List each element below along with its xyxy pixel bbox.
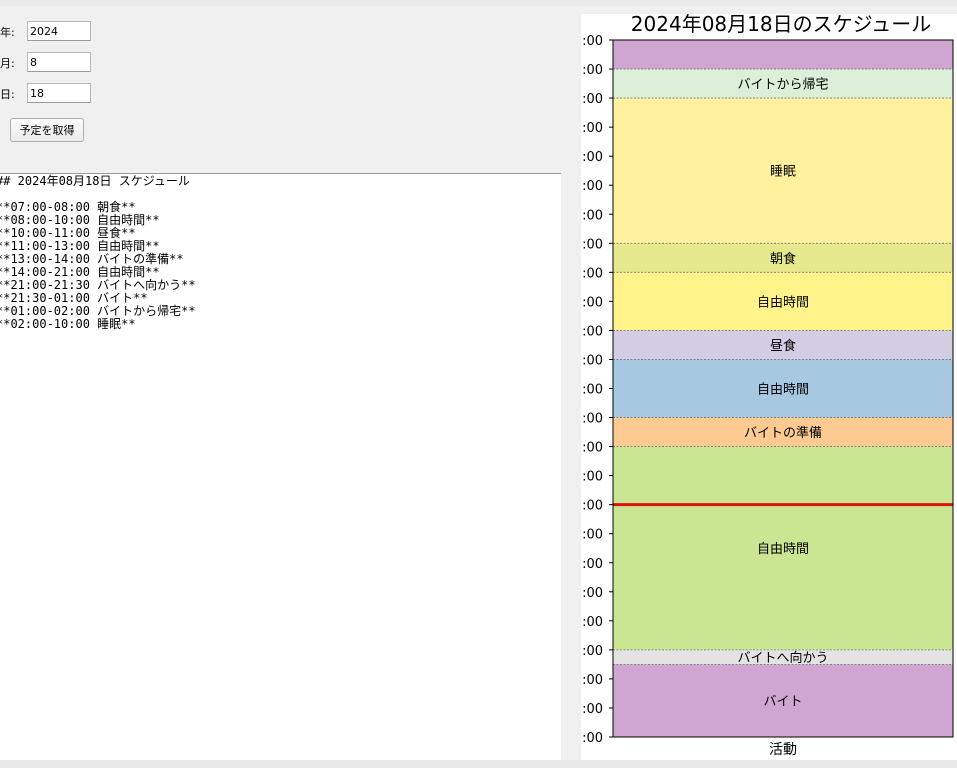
segment-label: バイトから帰宅 bbox=[737, 77, 828, 93]
y-tick-label: :00 bbox=[582, 63, 603, 78]
segment-label: 睡眠 bbox=[770, 165, 796, 180]
y-tick-label: :00 bbox=[582, 383, 603, 398]
y-tick-label: :00 bbox=[582, 731, 603, 746]
segment-label: 昼食 bbox=[770, 338, 796, 354]
chart-segment bbox=[613, 40, 953, 70]
x-axis-label: 活動 bbox=[769, 742, 797, 758]
schedule-output-textarea[interactable]: ## 2024年08月18日 スケジュール **07:00-08:00 朝食**… bbox=[0, 173, 561, 760]
y-tick-label: :00 bbox=[582, 121, 603, 136]
month-label: 月: bbox=[0, 57, 15, 70]
year-input[interactable] bbox=[27, 21, 91, 41]
chart-title: 2024年08月18日のスケジュール bbox=[631, 14, 931, 36]
y-tick-label: :00 bbox=[582, 499, 603, 514]
y-tick-label: :00 bbox=[582, 441, 603, 456]
y-tick-label: :00 bbox=[582, 295, 603, 310]
y-tick-label: :00 bbox=[582, 353, 603, 368]
year-label: 年: bbox=[0, 26, 15, 39]
bottom-border bbox=[0, 760, 957, 768]
y-tick-label: :00 bbox=[582, 702, 603, 717]
y-tick-label: :00 bbox=[582, 34, 603, 49]
segment-label: 自由時間 bbox=[757, 295, 809, 310]
y-tick-label: :00 bbox=[582, 644, 603, 659]
y-tick-label: :00 bbox=[582, 615, 603, 630]
segment-label: 朝食 bbox=[770, 251, 796, 267]
schedule-chart: バイトから帰宅睡眠朝食自由時間昼食自由時間バイトの準備自由時間バイトへ向かうバイ… bbox=[582, 14, 954, 758]
y-tick-label: :00 bbox=[582, 412, 603, 427]
y-tick-label: :00 bbox=[582, 557, 603, 572]
y-tick-label: :00 bbox=[582, 237, 603, 252]
y-tick-label: :00 bbox=[582, 324, 603, 339]
y-tick-label: :00 bbox=[582, 470, 603, 485]
segment-label: 自由時間 bbox=[757, 383, 809, 398]
y-tick-label: :00 bbox=[582, 266, 603, 281]
segment-label: バイト bbox=[763, 695, 802, 710]
segment-label: バイトへ向かう bbox=[737, 650, 828, 666]
schedule-output-text: ## 2024年08月18日 スケジュール **07:00-08:00 朝食**… bbox=[0, 174, 196, 331]
y-tick-label: :00 bbox=[582, 528, 603, 543]
fetch-schedule-button[interactable]: 予定を取得 bbox=[10, 118, 84, 142]
y-tick-label: :00 bbox=[582, 150, 603, 165]
month-input[interactable] bbox=[27, 52, 91, 72]
y-tick-label: :00 bbox=[582, 179, 603, 194]
day-input[interactable] bbox=[27, 83, 91, 103]
day-label: 日: bbox=[0, 88, 15, 101]
y-tick-label: :00 bbox=[582, 208, 603, 223]
top-border bbox=[0, 0, 957, 6]
y-tick-label: :00 bbox=[582, 673, 603, 688]
y-tick-label: :00 bbox=[582, 586, 603, 601]
app-window: 年: 月: 日: 予定を取得 ## 2024年08月18日 スケジュール **0… bbox=[0, 0, 957, 768]
y-tick-label: :00 bbox=[582, 92, 603, 107]
segment-label: 自由時間 bbox=[757, 542, 809, 557]
segment-label: バイトの準備 bbox=[744, 425, 822, 441]
